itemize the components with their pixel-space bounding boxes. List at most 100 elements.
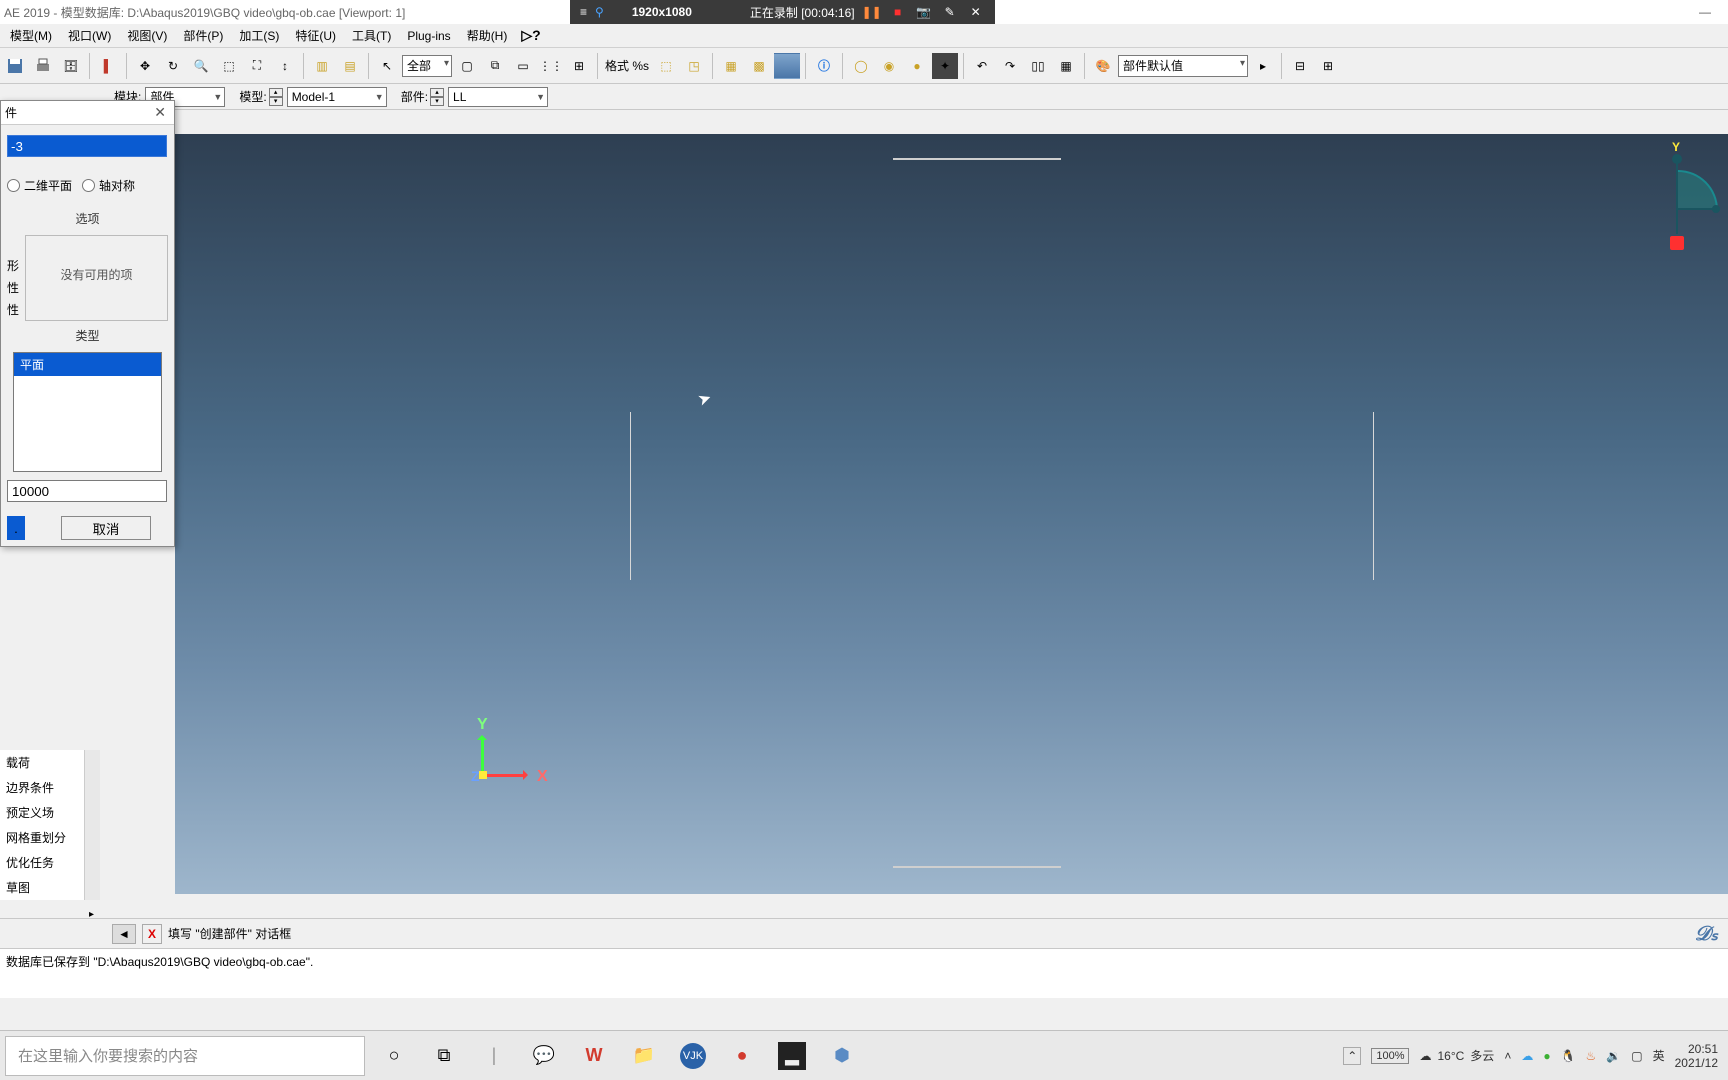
tray-volume-icon[interactable]: 🔉 [1606,1049,1621,1063]
perspective1-icon[interactable]: ▦ [718,53,744,79]
part-stepper[interactable]: ▴▾ [430,88,444,106]
model-stepper[interactable]: ▴▾ [269,88,283,106]
color-icon[interactable]: 🎨 [1090,53,1116,79]
light3-icon[interactable]: ● [904,53,930,79]
entity5-icon[interactable]: ⊞ [566,53,592,79]
select-filter-dropdown[interactable]: 全部 [402,55,452,77]
type-listbox[interactable]: 平面 [13,352,162,472]
taskbar-search-input[interactable]: 在这里输入你要搜索的内容 [5,1036,365,1076]
tray-up-icon[interactable]: ˄ [1504,1049,1511,1063]
compass-horizontal-arm-icon[interactable] [1678,208,1718,210]
tree-item-remesh[interactable]: 网格重划分 [0,825,84,850]
pin-icon[interactable]: ⚲ [595,5,604,19]
entity2-icon[interactable]: ⧉ [482,53,508,79]
tree-scrollbar[interactable] [84,750,100,900]
annot1-icon[interactable]: ⊟ [1287,53,1313,79]
hamburger-icon[interactable]: ≡ [580,5,587,19]
render-wire-icon[interactable]: ⬚ [653,53,679,79]
info-icon[interactable]: ⓘ [811,53,837,79]
menu-plugins[interactable]: Plug-ins [399,27,458,45]
pan-icon[interactable]: ✥ [132,53,158,79]
menu-part[interactable]: 部件(P) [175,25,231,46]
tree-item-bc[interactable]: 边界条件 [0,775,84,800]
datum-plane-icon[interactable]: ▥ [309,53,335,79]
dialog-titlebar[interactable]: 件 ✕ [1,101,174,125]
menu-viewport[interactable]: 视口(W) [60,25,119,46]
print-icon[interactable] [30,53,56,79]
tree-expand-arrow-icon[interactable]: ▸ [89,909,94,920]
radio-2d-planar[interactable]: 二维平面 [7,177,72,194]
abaqus-icon[interactable]: ⬢ [828,1042,856,1070]
pause-icon[interactable]: ❚❚ [863,3,881,21]
viewport-3d[interactable]: ➤ Y X Z [175,134,1728,894]
compass-arc-icon[interactable] [1678,170,1718,210]
layout1-icon[interactable]: ▯▯ [1025,53,1051,79]
light4-icon[interactable]: ✦ [932,53,958,79]
tray-battery-icon[interactable]: ▢ [1631,1049,1642,1063]
recorder-icon[interactable]: ● [728,1042,756,1070]
tray-chevron-icon[interactable]: ⌃ [1343,1047,1361,1065]
prompt-back-button[interactable]: ◄ [112,924,136,944]
datum-axis-icon[interactable]: ▤ [337,53,363,79]
tray-cloud-icon[interactable]: ☁ [1521,1049,1533,1063]
perspective2-icon[interactable]: ▩ [746,53,772,79]
entity4-icon[interactable]: ⋮⋮ [538,53,564,79]
pencil-icon[interactable]: ✎ [941,3,959,21]
tree-item-sketch[interactable]: 草图 [0,875,84,900]
database-icon[interactable]: 🗄 [58,53,84,79]
menu-help[interactable]: 帮助(H) [459,25,516,46]
dialog-close-button[interactable]: ✕ [150,104,170,121]
model-dropdown[interactable]: Model-1 [287,87,387,107]
tray-flame-icon[interactable]: ♨ [1586,1049,1597,1063]
light2-icon[interactable]: ◉ [876,53,902,79]
compass-top-handle-icon[interactable] [1672,154,1682,164]
entity1-icon[interactable]: ▢ [454,53,480,79]
redo-icon[interactable]: ↷ [997,53,1023,79]
tree-item-predef[interactable]: 预定义场 [0,800,84,825]
vjk-icon[interactable]: VJK [680,1043,706,1069]
wechat-icon[interactable]: 💬 [530,1042,558,1070]
close-recorder-icon[interactable]: ✕ [967,3,985,21]
compass-origin-handle-icon[interactable] [1670,236,1684,250]
fit-icon[interactable]: ⛶ [244,53,270,79]
perspective3-icon[interactable] [774,53,800,79]
tray-green-icon[interactable]: ● [1543,1049,1550,1063]
ime-indicator[interactable]: 英 [1653,1047,1665,1064]
color-mode-dropdown[interactable]: 部件默认值 [1118,55,1248,77]
view-compass[interactable]: Y [1638,140,1718,280]
radio-axisymmetric[interactable]: 轴对称 [82,177,135,194]
annot2-icon[interactable]: ⊞ [1315,53,1341,79]
orientation-triad[interactable]: Y X Z [465,744,565,844]
menu-view[interactable]: 视图(V) [119,25,175,46]
part-name-input[interactable] [7,135,167,157]
tree-item-loads[interactable]: 载荷 [0,750,84,775]
menu-process[interactable]: 加工(S) [231,25,287,46]
zoom-box-icon[interactable]: ⬚ [216,53,242,79]
ok-button[interactable]: . [7,516,25,540]
undo-icon[interactable]: ↶ [969,53,995,79]
wps-icon[interactable]: W [580,1042,608,1070]
menu-model[interactable]: 模型(M) [2,25,60,46]
zoom-badge[interactable]: 100% [1371,1048,1409,1064]
context-help-icon[interactable]: ▷? [521,27,540,44]
select-arrow-icon[interactable]: ↖ [374,53,400,79]
cancel-button[interactable]: 取消 [61,516,151,540]
explorer-icon[interactable]: 📁 [630,1042,658,1070]
zoom-icon[interactable]: 🔍 [188,53,214,79]
rotate-icon[interactable]: ↻ [160,53,186,79]
taskview-icon[interactable]: ⧉ [430,1042,458,1070]
cortana-icon[interactable]: ○ [380,1042,408,1070]
entity3-icon[interactable]: ▭ [510,53,536,79]
minimize-button[interactable]: — [1682,0,1728,24]
menu-tools[interactable]: 工具(T) [344,25,399,46]
tree-item-opt[interactable]: 优化任务 [0,850,84,875]
type-item-plane[interactable]: 平面 [14,353,161,376]
tray-qq-icon[interactable]: 🐧 [1561,1049,1576,1063]
approx-size-input[interactable] [7,480,167,502]
camera-icon[interactable]: 📷 [915,3,933,21]
light1-icon[interactable]: ◯ [848,53,874,79]
weather-widget[interactable]: ☁ 16°C 多云 [1419,1047,1494,1064]
new-model-icon[interactable]: ▌ [95,53,121,79]
render-hidden-icon[interactable]: ◳ [681,53,707,79]
measure-icon[interactable]: ↕ [272,53,298,79]
